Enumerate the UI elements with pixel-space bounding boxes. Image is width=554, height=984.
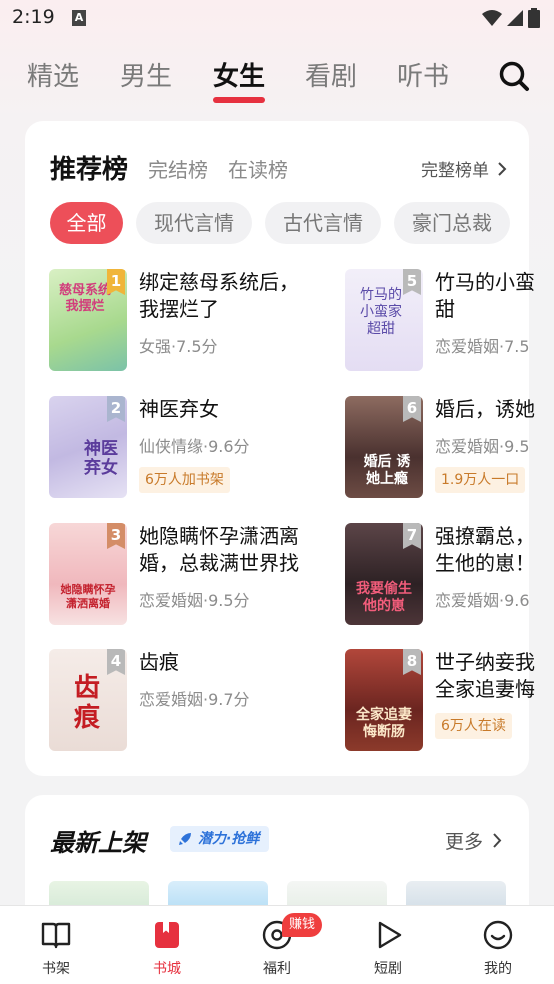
book-tag: 6万人加书架 bbox=[139, 467, 230, 493]
nav-label: 短剧 bbox=[374, 961, 402, 977]
book-meta: 恋爱婚姻·9.5分 bbox=[139, 591, 250, 610]
chip-modern-romance[interactable]: 现代言情 bbox=[136, 202, 252, 244]
rank-badge: 7 bbox=[403, 523, 421, 549]
book-cover: 慈母系统 我摆烂 1 bbox=[49, 269, 127, 371]
book-meta: 恋爱婚姻·7.5 bbox=[435, 337, 530, 356]
book-icon bbox=[41, 922, 71, 949]
rank-badge: 6 bbox=[403, 396, 421, 422]
book-title: 竹马的小蛮甜 bbox=[435, 270, 535, 321]
cover-title: 婚后 诱她上瘾 bbox=[363, 454, 411, 487]
nav-label: 我的 bbox=[484, 961, 512, 977]
book-title: 婚后，诱她 bbox=[435, 397, 535, 421]
bookstore-icon bbox=[155, 922, 179, 948]
battery-icon bbox=[528, 8, 540, 28]
play-icon bbox=[378, 921, 402, 949]
smile-icon bbox=[483, 920, 513, 950]
book-title: 她隐瞒怀孕潇洒离 婚，总裁满世界找 bbox=[139, 524, 299, 575]
tab-drama[interactable]: 看剧 bbox=[305, 56, 357, 93]
rank-badge: 4 bbox=[107, 649, 125, 675]
ranking-card: 推荐榜 完结榜 在读榜 完整榜单 全部 现代言情 古代言情 豪门总裁 慈母系统 … bbox=[25, 121, 535, 776]
cover-title: 全家追妻 悔断肠 bbox=[356, 707, 412, 740]
potential-badge: 潜力·抢鲜 bbox=[170, 826, 270, 852]
new-arrivals-title: 最新上架 bbox=[50, 829, 146, 857]
nav-label: 书架 bbox=[42, 961, 70, 977]
book-tag: 6万人在读 bbox=[435, 713, 512, 739]
tab-audiobook[interactable]: 听书 bbox=[397, 56, 449, 93]
book-title: 神医弃女 bbox=[139, 397, 219, 421]
cover-title: 神医弃女 bbox=[84, 439, 118, 478]
signal-icon bbox=[507, 10, 523, 26]
book-meta: 女强·7.5分 bbox=[139, 337, 218, 356]
rank-badge: 3 bbox=[107, 523, 125, 549]
search-icon[interactable] bbox=[498, 60, 530, 92]
rank-tab-completed[interactable]: 完结榜 bbox=[148, 154, 208, 183]
rank-badge: 8 bbox=[403, 649, 421, 675]
wifi-icon bbox=[482, 10, 502, 26]
book-meta: 恋爱婚姻·9.6 bbox=[435, 591, 530, 610]
book-title: 世子纳妾我 全家追妻悔 bbox=[435, 650, 535, 701]
book-cover: 竹马的 小蛮家 超甜 5 bbox=[345, 269, 423, 371]
more-label: 更多 bbox=[445, 831, 484, 853]
active-tab-indicator bbox=[213, 97, 265, 103]
book-meta: 恋爱婚姻·9.5 bbox=[435, 437, 530, 456]
book-title: 强撩霸总， 生他的崽！ bbox=[435, 524, 535, 575]
rank-tab-reading[interactable]: 在读榜 bbox=[228, 154, 288, 183]
nav-shorts[interactable]: 短剧 bbox=[348, 906, 428, 984]
nav-bookshelf[interactable]: 书架 bbox=[16, 906, 96, 984]
book-cover: 婚后 诱她上瘾 6 bbox=[345, 396, 423, 498]
book-cover: 神医弃女 2 bbox=[49, 396, 127, 498]
book-cover: 齿痕 4 bbox=[49, 649, 127, 751]
nav-label: 福利 bbox=[263, 961, 291, 977]
tab-featured[interactable]: 精选 bbox=[27, 56, 79, 93]
more-link[interactable]: 更多 bbox=[445, 827, 503, 854]
chevron-right-icon bbox=[498, 162, 507, 176]
status-time: 2:19 bbox=[12, 6, 55, 28]
chip-all[interactable]: 全部 bbox=[50, 202, 123, 244]
rank-badge: 2 bbox=[107, 396, 125, 422]
cover-title: 竹马的 小蛮家 超甜 bbox=[360, 287, 402, 337]
cover-title: 我要偷生 他的崽 bbox=[356, 581, 412, 614]
tab-male[interactable]: 男生 bbox=[120, 56, 172, 93]
book-cover: 全家追妻 悔断肠 8 bbox=[345, 649, 423, 751]
book-cover: 她隐瞒怀孕 潇洒离婚 3 bbox=[49, 523, 127, 625]
book-title: 绑定慈母系统后， 我摆烂了 bbox=[139, 270, 299, 321]
book-title: 齿痕 bbox=[139, 650, 179, 674]
book-meta: 仙侠情缘·9.6分 bbox=[139, 437, 250, 456]
cover-title: 她隐瞒怀孕 潇洒离婚 bbox=[60, 583, 116, 610]
status-icons bbox=[482, 8, 540, 28]
chip-ceo[interactable]: 豪门总裁 bbox=[394, 202, 510, 244]
rank-badge: 1 bbox=[107, 269, 125, 295]
nav-bookstore[interactable]: 书城 bbox=[127, 906, 207, 984]
status-bar: 2:19 A bbox=[0, 0, 554, 38]
rocket-icon bbox=[179, 833, 191, 845]
full-list-label: 完整榜单 bbox=[421, 161, 489, 181]
book-cover: 我要偷生 他的崽 7 bbox=[345, 523, 423, 625]
tab-female[interactable]: 女生 bbox=[213, 56, 265, 93]
cover-title: 齿痕 bbox=[73, 673, 100, 733]
chevron-right-icon bbox=[493, 833, 502, 848]
notification-a-icon: A bbox=[72, 10, 86, 26]
bottom-nav: 书架 书城 福利 短剧 我的 bbox=[0, 905, 554, 984]
rank-badge: 5 bbox=[403, 269, 421, 295]
book-tag: 1.9万人一口 bbox=[435, 467, 526, 493]
chip-ancient-romance[interactable]: 古代言情 bbox=[265, 202, 381, 244]
book-meta: 恋爱婚姻·9.7分 bbox=[139, 690, 250, 709]
rank-title: 推荐榜 bbox=[50, 155, 129, 185]
nav-label: 书城 bbox=[153, 961, 181, 977]
top-tabs: 精选 男生 女生 看剧 听书 bbox=[0, 52, 554, 108]
full-list-link[interactable]: 完整榜单 bbox=[421, 156, 508, 181]
nav-me[interactable]: 我的 bbox=[458, 906, 538, 984]
cover-title: 慈母系统 我摆烂 bbox=[58, 283, 111, 314]
earn-badge: 赚钱 bbox=[282, 913, 323, 937]
